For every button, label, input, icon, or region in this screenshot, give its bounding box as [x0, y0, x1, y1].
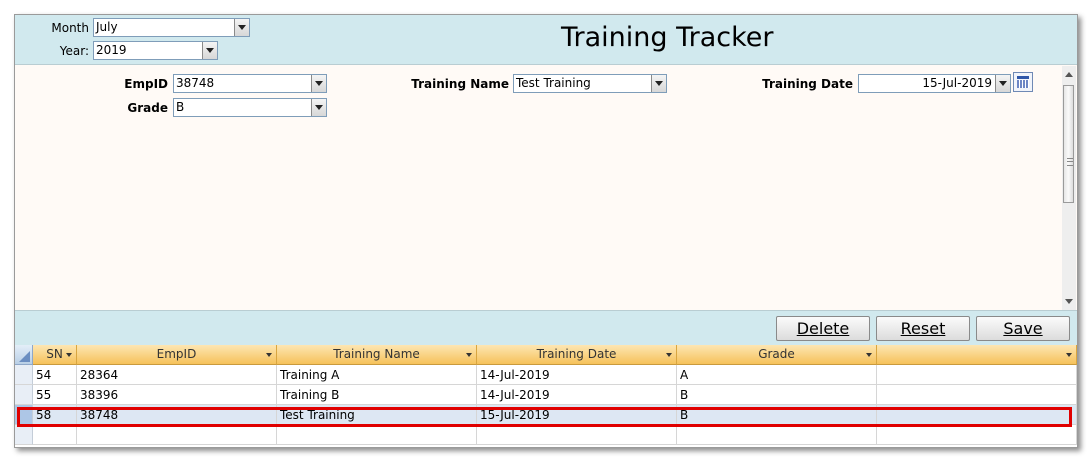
grade-combobox[interactable]: B: [173, 98, 327, 117]
delete-button[interactable]: Delete: [776, 316, 870, 341]
column-header-training-date[interactable]: Training Date: [477, 345, 677, 365]
scroll-up-arrow-icon[interactable]: [1065, 72, 1073, 77]
column-header-grade[interactable]: Grade: [677, 345, 877, 365]
training-tracker-window: Month July Year: 2019 Training Tracker E…: [14, 14, 1078, 448]
chevron-down-icon[interactable]: [995, 75, 1010, 92]
column-header-training-date-label: Training Date: [536, 347, 617, 361]
cell-extra[interactable]: [877, 365, 1077, 385]
scrollbar-thumb[interactable]: [1063, 85, 1074, 203]
chevron-down-icon[interactable]: [866, 353, 872, 357]
cell-empid[interactable]: 28364: [77, 365, 277, 385]
month-combobox[interactable]: July: [93, 18, 250, 37]
chevron-down-icon[interactable]: [466, 353, 472, 357]
empid-combobox[interactable]: 38748: [173, 74, 327, 93]
reset-button-label: Reset: [900, 319, 946, 338]
column-header-sn[interactable]: SN: [33, 345, 77, 365]
cell-sn[interactable]: 58: [33, 405, 77, 425]
cell-sn[interactable]: [33, 425, 77, 445]
column-header-grade-label: Grade: [758, 347, 795, 361]
training-name-value: Test Training: [516, 76, 591, 90]
training-name-label: Training Name: [411, 77, 509, 91]
cell-grade[interactable]: [677, 425, 877, 445]
table-row-new[interactable]: [15, 425, 1077, 445]
row-selector[interactable]: [15, 425, 33, 445]
month-label: Month: [51, 21, 89, 35]
save-button[interactable]: Save: [976, 316, 1070, 341]
training-date-label: Training Date: [762, 77, 853, 91]
reset-button[interactable]: Reset: [876, 316, 970, 341]
column-header-sn-label: SN: [46, 347, 63, 361]
save-button-label: Save: [1003, 319, 1043, 338]
cell-training-name[interactable]: Test Training: [277, 405, 477, 425]
records-datasheet: SN EmpID Training Name Training Date Gra…: [15, 345, 1077, 447]
cell-extra[interactable]: [877, 385, 1077, 405]
cell-training-date[interactable]: [477, 425, 677, 445]
delete-button-label: Delete: [796, 319, 850, 338]
column-header-empid-label: EmpID: [156, 347, 197, 361]
cell-empid[interactable]: 38748: [77, 405, 277, 425]
row-selector[interactable]: [15, 365, 33, 385]
table-row-selected[interactable]: 58 38748 Test Training 15-Jul-2019 B: [15, 405, 1077, 425]
cell-sn[interactable]: 55: [33, 385, 77, 405]
cell-training-date[interactable]: 14-Jul-2019: [477, 385, 677, 405]
cell-extra[interactable]: [877, 425, 1077, 445]
column-header-extra[interactable]: [877, 345, 1077, 365]
scroll-down-arrow-icon[interactable]: [1065, 299, 1073, 304]
cell-training-name[interactable]: Training B: [277, 385, 477, 405]
grip-icon: [1067, 158, 1073, 166]
chevron-down-icon[interactable]: [666, 353, 672, 357]
year-label: Year:: [59, 44, 89, 58]
chevron-down-icon[interactable]: [311, 99, 326, 116]
cell-sn[interactable]: 54: [33, 365, 77, 385]
column-header-training-name[interactable]: Training Name: [277, 345, 477, 365]
select-all-corner[interactable]: [15, 345, 33, 365]
column-header-empid[interactable]: EmpID: [77, 345, 277, 365]
table-row[interactable]: 55 38396 Training B 14-Jul-2019 B: [15, 385, 1077, 405]
year-combobox[interactable]: 2019: [93, 41, 218, 60]
cell-training-date[interactable]: 15-Jul-2019: [477, 405, 677, 425]
cell-training-name[interactable]: Training A: [277, 365, 477, 385]
table-row[interactable]: 54 28364 Training A 14-Jul-2019 A: [15, 365, 1077, 385]
cell-training-name[interactable]: [277, 425, 477, 445]
grade-label: Grade: [127, 101, 168, 115]
row-selector[interactable]: [15, 385, 33, 405]
cell-training-date[interactable]: 14-Jul-2019: [477, 365, 677, 385]
calendar-icon[interactable]: [1013, 72, 1033, 92]
chevron-down-icon[interactable]: [234, 19, 249, 36]
cell-empid[interactable]: 38396: [77, 385, 277, 405]
chevron-down-icon[interactable]: [202, 42, 217, 59]
empid-label: EmpID: [124, 77, 168, 91]
chevron-down-icon[interactable]: [1066, 353, 1072, 357]
cell-empid[interactable]: [77, 425, 277, 445]
grade-value: B: [176, 100, 185, 114]
chevron-down-icon[interactable]: [651, 75, 666, 92]
training-name-combobox[interactable]: Test Training: [513, 74, 667, 93]
year-value: 2019: [96, 43, 127, 57]
empid-value: 38748: [176, 76, 215, 90]
training-date-field[interactable]: 15-Jul-2019: [858, 74, 1011, 93]
chevron-down-icon[interactable]: [266, 353, 272, 357]
cell-grade[interactable]: B: [677, 405, 877, 425]
column-header-training-name-label: Training Name: [333, 347, 420, 361]
form-scrollbar[interactable]: [1062, 66, 1076, 310]
cell-grade[interactable]: A: [677, 365, 877, 385]
training-date-value: 15-Jul-2019: [922, 76, 992, 90]
month-value: July: [96, 20, 118, 34]
cell-extra[interactable]: [877, 405, 1077, 425]
page-title: Training Tracker: [561, 22, 774, 53]
header-bar: Month July Year: 2019 Training Tracker: [15, 15, 1077, 65]
row-selector[interactable]: [15, 405, 33, 425]
chevron-down-icon[interactable]: [311, 75, 326, 92]
chevron-down-icon[interactable]: [66, 353, 72, 357]
cell-grade[interactable]: B: [677, 385, 877, 405]
